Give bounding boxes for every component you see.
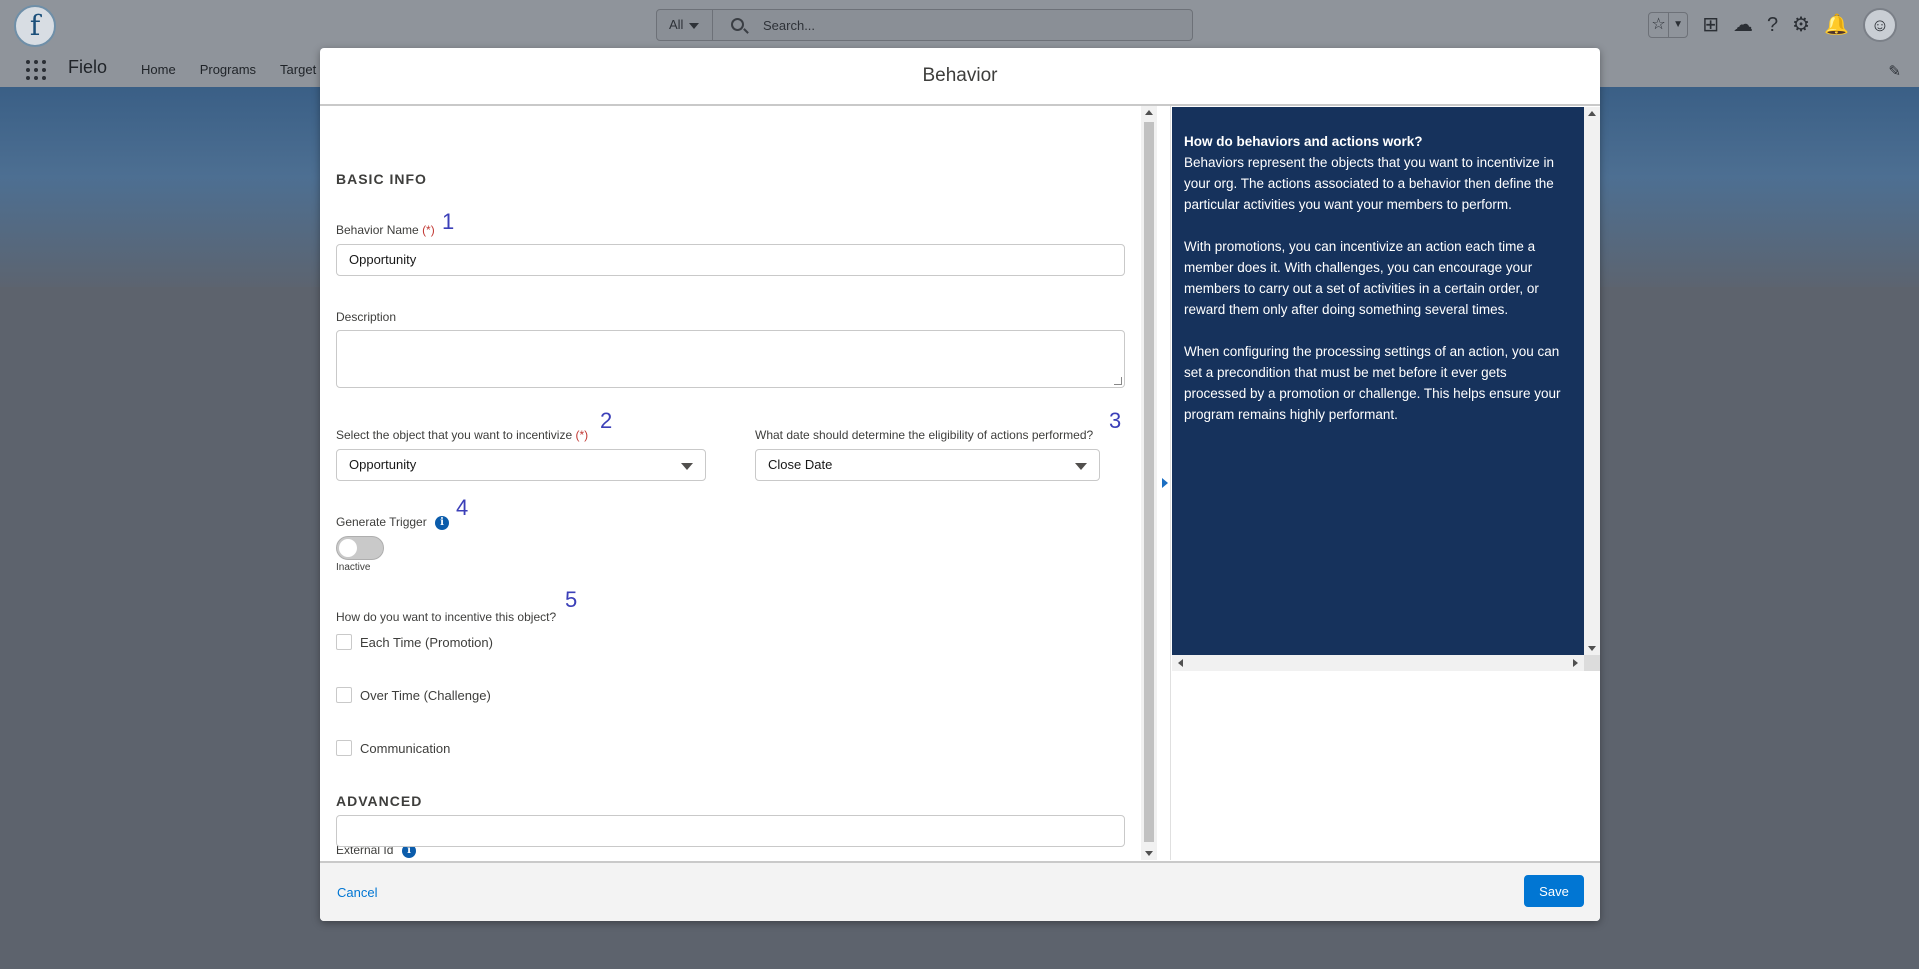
- cancel-button[interactable]: Cancel: [337, 885, 377, 900]
- help-horizontal-scrollbar[interactable]: [1172, 655, 1584, 671]
- nav-item-home[interactable]: Home: [141, 62, 176, 77]
- gear-icon[interactable]: ⚙: [1792, 13, 1810, 37]
- scroll-left-arrow-icon[interactable]: [1178, 659, 1183, 667]
- header-utility-icons: ☆ ▼ ⊞ ☁ ? ⚙ 🔔 ☺: [1648, 8, 1897, 42]
- star-icon[interactable]: ☆: [1649, 13, 1668, 37]
- date-select[interactable]: Close Date: [755, 449, 1100, 481]
- communication-label[interactable]: Communication: [360, 741, 450, 756]
- external-id-input[interactable]: [336, 815, 1125, 847]
- annotation-number-5: 5: [565, 587, 578, 612]
- scroll-right-arrow-icon[interactable]: [1573, 659, 1578, 667]
- scroll-down-arrow-icon[interactable]: [1145, 851, 1153, 856]
- help-scrollbar[interactable]: [1584, 107, 1600, 655]
- basic-info-heading: BASIC INFO: [336, 171, 427, 187]
- help-icon[interactable]: ?: [1767, 13, 1778, 37]
- advanced-heading: ADVANCED: [336, 793, 423, 809]
- bell-icon[interactable]: 🔔: [1824, 13, 1849, 37]
- search-scope-label: All: [669, 17, 684, 32]
- add-icon[interactable]: ⊞: [1702, 13, 1719, 37]
- info-icon[interactable]: i: [435, 516, 449, 530]
- panel-splitter[interactable]: [1157, 106, 1171, 860]
- nav-item-programs[interactable]: Programs: [200, 62, 256, 77]
- form-scrollbar[interactable]: [1141, 106, 1157, 860]
- incentive-label: How do you want to incentive this object…: [336, 610, 557, 624]
- waffle-icon[interactable]: [26, 60, 46, 80]
- behavior-name-label: Behavior Name (*): [336, 223, 435, 237]
- chevron-down-icon[interactable]: ▼: [1667, 13, 1688, 37]
- pencil-icon[interactable]: ✎: [1888, 62, 1901, 80]
- help-heading: How do behaviors and actions work?: [1184, 134, 1423, 149]
- required-marker: (*): [422, 223, 435, 237]
- search-input[interactable]: Search...: [763, 18, 815, 33]
- each-time-checkbox[interactable]: [336, 634, 352, 650]
- communication-checkbox[interactable]: [336, 740, 352, 756]
- help-paragraph-2: With promotions, you can incentivize an …: [1184, 239, 1539, 317]
- scrollbar-thumb[interactable]: [1144, 122, 1154, 842]
- scrollbar-corner: [1584, 655, 1600, 671]
- description-label: Description: [336, 310, 397, 324]
- avatar[interactable]: ☺: [1863, 8, 1897, 42]
- chevron-down-icon: [1075, 463, 1087, 470]
- trailhead-icon[interactable]: ☁: [1733, 13, 1753, 37]
- object-select[interactable]: Opportunity: [336, 449, 706, 481]
- object-select-value: Opportunity: [349, 457, 417, 472]
- behavior-form: BASIC INFO Behavior Name (*) 1 Opportuni…: [320, 106, 1141, 860]
- fielo-logo-icon[interactable]: f: [14, 5, 56, 47]
- generate-trigger-toggle[interactable]: [336, 536, 384, 560]
- modal-footer: Cancel Save: [320, 861, 1600, 921]
- app-name: Fielo: [68, 57, 108, 77]
- date-label: What date should determine the eligibili…: [755, 428, 1094, 442]
- help-paragraph-3: When configuring the processing settings…: [1184, 344, 1561, 422]
- search-scope-dropdown[interactable]: All: [657, 10, 713, 40]
- help-paragraph-1: Behaviors represent the objects that you…: [1184, 155, 1554, 212]
- save-button[interactable]: Save: [1524, 875, 1584, 907]
- nav-bar: Home Programs Target: [141, 62, 316, 77]
- behavior-name-input[interactable]: Opportunity: [336, 244, 1125, 276]
- over-time-checkbox[interactable]: [336, 687, 352, 703]
- annotation-number-1: 1: [442, 209, 455, 234]
- modal-header: Behavior: [320, 48, 1600, 106]
- annotation-number-3: 3: [1109, 408, 1122, 433]
- modal-title: Behavior: [922, 65, 998, 86]
- help-panel: How do behaviors and actions work? Behavi…: [1172, 107, 1584, 655]
- resize-handle[interactable]: [1114, 377, 1122, 385]
- scroll-up-arrow-icon[interactable]: [1588, 111, 1596, 116]
- object-label: Select the object that you want to incen…: [336, 428, 589, 442]
- chevron-down-icon: [681, 463, 693, 470]
- date-select-value: Close Date: [768, 457, 833, 472]
- favorites-button[interactable]: ☆ ▼: [1648, 12, 1689, 38]
- annotation-number-2: 2: [600, 408, 613, 433]
- annotation-number-4: 4: [456, 495, 469, 520]
- generate-trigger-label: Generate Trigger: [336, 515, 427, 529]
- each-time-label[interactable]: Each Time (Promotion): [360, 635, 493, 650]
- nav-item-target[interactable]: Target: [280, 62, 316, 77]
- chevron-down-icon: [689, 22, 700, 29]
- search-icon: [731, 18, 744, 31]
- collapse-arrow-icon[interactable]: [1162, 478, 1168, 488]
- description-textarea[interactable]: [336, 330, 1125, 388]
- behavior-modal: Behavior BASIC INFO Behavior Name (*) 1 …: [320, 48, 1600, 921]
- scroll-up-arrow-icon[interactable]: [1145, 110, 1153, 115]
- toggle-state-label: Inactive: [336, 562, 371, 573]
- over-time-label[interactable]: Over Time (Challenge): [360, 688, 491, 703]
- scroll-down-arrow-icon[interactable]: [1588, 646, 1596, 651]
- required-marker: (*): [575, 428, 589, 442]
- global-search[interactable]: All Search...: [656, 9, 1193, 41]
- toggle-knob: [339, 539, 357, 557]
